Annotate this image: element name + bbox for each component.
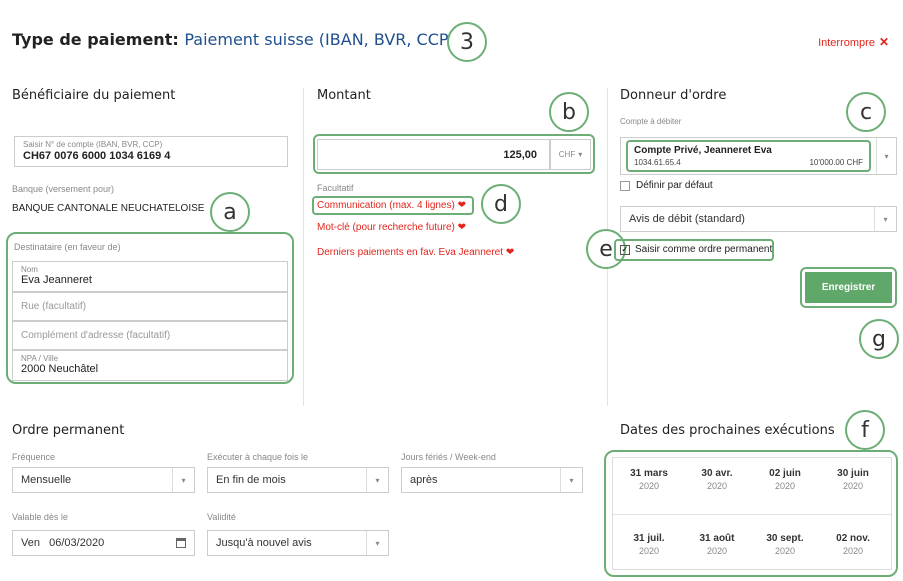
dates-grid: 31 mars 2020 30 avr. 2020 02 juin 2020 30 j… xyxy=(612,457,892,570)
standing-order-label: Saisir comme ordre permanent xyxy=(635,244,773,255)
chevron-down-icon: ▾ xyxy=(366,531,388,555)
valid-from-input[interactable]: Ven 06/03/2020 xyxy=(12,530,195,556)
chevron-down-icon: ▾ xyxy=(876,138,896,174)
validity-value: Jusqu'à nouvel avis xyxy=(216,537,312,549)
last-payments-link[interactable]: Derniers paiements en fav. Eva Jeanneret… xyxy=(317,247,514,258)
annotation-3: 3 xyxy=(447,22,487,62)
debit-account-label: Compte à débiter xyxy=(620,117,682,126)
default-label: Définir par défaut xyxy=(636,180,713,191)
default-checkbox[interactable]: Définir par défaut xyxy=(620,180,713,191)
payment-type: Paiement suisse (IBAN, BVR, CCP) xyxy=(184,30,455,49)
annotation-c: c xyxy=(846,92,886,132)
account-label: Saisir N° de compte (IBAN, BVR, CCP) xyxy=(23,140,163,149)
annotation-a: a xyxy=(210,192,250,232)
bank-value: BANQUE CANTONALE NEUCHATELOISE xyxy=(12,203,205,214)
chevron-down-icon: ▾ xyxy=(578,150,583,159)
execute-value: En fin de mois xyxy=(216,474,286,486)
holidays-label: Jours fériés / Week-end xyxy=(401,452,496,462)
amount-input[interactable]: 125,00 xyxy=(317,139,550,170)
dates-row-1: 31 mars 2020 30 avr. 2020 02 juin 2020 30 j… xyxy=(615,468,887,491)
name-label: Nom xyxy=(21,265,38,274)
date-item: 31 mars 2020 xyxy=(630,468,668,491)
keyword-link[interactable]: Mot-clé (pour recherche future) ❤ xyxy=(317,222,466,233)
divider xyxy=(613,514,891,515)
street-field[interactable]: Rue (facultatif) xyxy=(12,292,288,321)
save-button[interactable]: Enregistrer xyxy=(805,272,892,303)
chevron-down-icon: ❤ xyxy=(505,247,515,258)
currency-select[interactable]: CHF ▾ xyxy=(550,139,591,170)
debit-notice-select[interactable]: Avis de débit (standard) ▾ xyxy=(620,206,897,232)
zip-city-field[interactable]: NPA / Ville 2000 Neuchâtel xyxy=(12,350,288,381)
validity-label: Validité xyxy=(207,512,236,522)
execute-label: Exécuter à chaque fois le xyxy=(207,452,309,462)
amount-value: 125,00 xyxy=(503,148,537,161)
communication-link[interactable]: Communication (max. 4 lignes) ❤ xyxy=(317,200,466,211)
frequency-value: Mensuelle xyxy=(21,474,72,486)
name-field[interactable]: Nom Eva Jeanneret xyxy=(12,261,288,292)
date-item: 02 juin 2020 xyxy=(769,468,801,491)
date-item: 31 juil. 2020 xyxy=(633,533,665,556)
account-number: 1034.61.65.4 xyxy=(634,158,681,167)
valid-from-value: Ven 06/03/2020 xyxy=(21,537,105,549)
currency-value: CHF xyxy=(558,150,576,159)
keyword-label: Mot-clé (pour recherche future) xyxy=(317,222,455,233)
chevron-down-icon: ▾ xyxy=(874,207,896,231)
next-executions-title: Dates des prochaines exécutions xyxy=(620,423,835,438)
date-item: 31 août 2020 xyxy=(699,533,735,556)
name-value: Eva Jeanneret xyxy=(21,274,92,286)
account-balance: 10'000.00 CHF xyxy=(809,158,863,167)
chevron-down-icon: ▾ xyxy=(560,468,582,492)
frequency-select[interactable]: Mensuelle ▾ xyxy=(12,467,195,493)
annotation-f: f xyxy=(845,410,885,450)
holidays-select[interactable]: après ▾ xyxy=(401,467,583,493)
validity-select[interactable]: Jusqu'à nouvel avis ▾ xyxy=(207,530,389,556)
debit-notice-value: Avis de débit (standard) xyxy=(629,213,745,225)
zip-city-label: NPA / Ville xyxy=(21,354,59,363)
chevron-down-icon: ▾ xyxy=(172,468,194,492)
account-highlight: Compte Privé, Jeanneret Eva 1034.61.65.4… xyxy=(626,140,871,172)
date-item: 02 nov. 2020 xyxy=(836,533,870,556)
interrupt-label: Interrompre xyxy=(818,37,875,49)
divider xyxy=(303,88,304,406)
valid-from-label: Valable dès le xyxy=(12,512,68,522)
annotation-b: b xyxy=(549,92,589,132)
checkbox-icon xyxy=(620,180,630,191)
frequency-label: Fréquence xyxy=(12,452,56,462)
last-payments-label: Derniers paiements en fav. Eva Jeanneret xyxy=(317,247,504,258)
address-complement-placeholder: Complément d'adresse (facultatif) xyxy=(21,330,171,341)
standing-order-title: Ordre permanent xyxy=(12,423,125,438)
amount-title: Montant xyxy=(317,88,371,103)
date-item: 30 sept. 2020 xyxy=(766,533,804,556)
communication-label: Communication (max. 4 lignes) xyxy=(317,200,455,211)
close-icon: ✕ xyxy=(878,35,889,49)
recipient-label: Destinataire (en faveur de) xyxy=(14,242,121,252)
check-icon: ✓ xyxy=(620,244,630,255)
optional-label: Facultatif xyxy=(317,183,354,193)
account-number-field[interactable]: Saisir N° de compte (IBAN, BVR, CCP) CH6… xyxy=(14,136,288,167)
bank-label: Banque (versement pour) xyxy=(12,184,115,194)
page-title: Type de paiement: Paiement suisse (IBAN,… xyxy=(12,30,455,49)
address-complement-field[interactable]: Complément d'adresse (facultatif) xyxy=(12,321,288,350)
annotation-g: g xyxy=(859,319,899,359)
title-prefix: Type de paiement: xyxy=(12,30,179,49)
date-item: 30 avr. 2020 xyxy=(701,468,733,491)
date-item: 30 juin 2020 xyxy=(837,468,869,491)
ordering-party-title: Donneur d'ordre xyxy=(620,88,727,103)
dates-row-2: 31 juil. 2020 31 août 2020 30 sept. 2020 02… xyxy=(615,533,887,556)
interrupt-button[interactable]: Interrompre ✕ xyxy=(818,35,889,49)
standing-order-checkbox[interactable]: ✓ Saisir comme ordre permanent xyxy=(620,244,772,255)
zip-city-value: 2000 Neuchâtel xyxy=(21,363,99,375)
chevron-down-icon: ❤ xyxy=(457,200,466,211)
debit-account-select[interactable]: Compte Privé, Jeanneret Eva 1034.61.65.4… xyxy=(620,137,897,175)
annotation-d: d xyxy=(481,184,521,224)
chevron-down-icon: ▾ xyxy=(366,468,388,492)
holidays-value: après xyxy=(410,474,438,486)
chevron-down-icon: ❤ xyxy=(457,222,467,233)
street-placeholder: Rue (facultatif) xyxy=(21,301,87,312)
calendar-icon[interactable] xyxy=(176,538,186,548)
account-name: Compte Privé, Jeanneret Eva xyxy=(634,145,772,156)
account-value: CH67 0076 6000 1034 6169 4 xyxy=(23,150,171,162)
execute-select[interactable]: En fin de mois ▾ xyxy=(207,467,389,493)
beneficiary-title: Bénéficiaire du paiement xyxy=(12,88,176,103)
